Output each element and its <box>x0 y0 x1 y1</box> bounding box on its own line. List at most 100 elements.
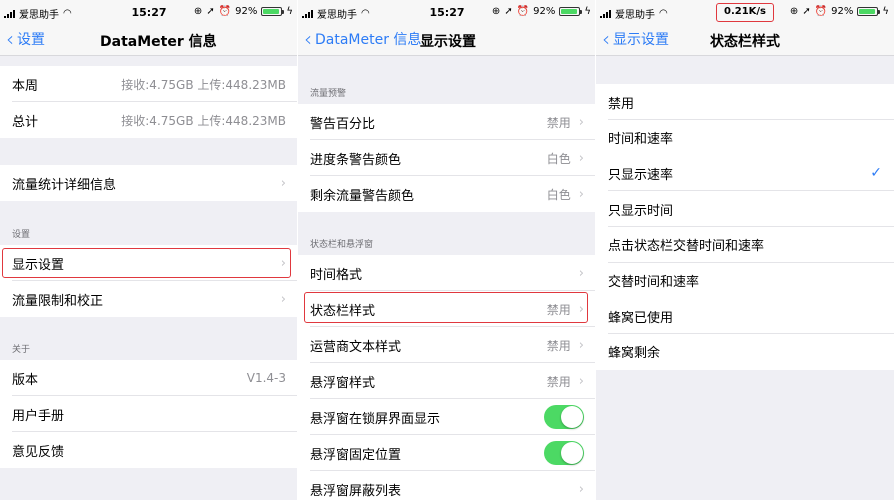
back-label: 显示设置 <box>613 32 669 48</box>
style-option[interactable]: 时间和速率 <box>596 119 894 156</box>
floating-blocklist-row[interactable]: 悬浮窗屏蔽列表 › <box>298 471 596 500</box>
lockscreen-toggle[interactable] <box>544 405 584 429</box>
battery-percent: 92% <box>831 6 854 17</box>
progress-warning-color-row[interactable]: 进度条警告颜色 白色 › <box>298 140 596 176</box>
option-label: 蜂窝已使用 <box>608 310 674 326</box>
status-bar: 爱思助手 ◠ 15:27 ⊕ ➚ ⏰ 92% ϟ <box>298 0 596 24</box>
style-option[interactable]: 蜂窝已使用 <box>596 298 894 335</box>
chevron-right-icon: › <box>280 175 286 191</box>
floating-fixed-position-row: 悬浮窗固定位置 <box>298 435 596 471</box>
stat-value: 接收:4.75GB 上传:448.23MB <box>121 77 286 92</box>
row-label: 悬浮窗屏蔽列表 <box>310 483 402 499</box>
section-header-about: 关于 <box>12 345 31 355</box>
chevron-right-icon: › <box>578 337 584 353</box>
row-label: 版本 <box>12 372 39 388</box>
lock-rotation-icon: ⊕ <box>789 6 799 17</box>
chevron-right-icon: › <box>578 150 584 166</box>
chevron-left-icon: ‹ <box>602 27 610 51</box>
section-header-settings: 设置 <box>12 230 31 240</box>
row-label: 警告百分比 <box>310 116 376 132</box>
charging-icon: ϟ <box>882 6 889 17</box>
traffic-detail-row[interactable]: 流量统计详细信息 › <box>0 165 298 201</box>
back-label: DataMeter 信息 <box>315 32 422 48</box>
chevron-right-icon: › <box>578 373 584 389</box>
row-label: 运营商文本样式 <box>310 339 402 355</box>
page-title: DataMeter 信息 <box>100 34 217 50</box>
section-header-statusbar: 状态栏和悬浮窗 <box>310 240 374 250</box>
row-value: 白色 <box>546 151 571 166</box>
option-label: 交替时间和速率 <box>608 275 700 290</box>
stat-row-week: 本周 接收:4.75GB 上传:448.23MB <box>0 66 298 102</box>
traffic-limit-row[interactable]: 流量限制和校正 › <box>0 281 298 317</box>
style-option[interactable]: 蜂窝剩余 <box>596 333 894 370</box>
nav-bar: ‹ 显示设置 状态栏样式 <box>596 24 894 56</box>
statusbar-style-row[interactable]: 状态栏样式 禁用 › <box>298 291 596 327</box>
style-option[interactable]: 只显示时间 <box>596 191 894 228</box>
floating-lockscreen-row: 悬浮窗在锁屏界面显示 <box>298 399 596 435</box>
panel-statusbar-style: 爱思助手 ◠ 0.21K/s ⊕ ➚ ⏰ 92% ϟ ‹ 显示设置 状态栏样式 … <box>596 0 894 500</box>
feedback-row[interactable]: 意见反馈 <box>0 432 298 468</box>
row-label: 意见反馈 <box>12 444 65 460</box>
battery-percent: 92% <box>533 6 556 17</box>
page-title: 状态栏样式 <box>710 34 780 50</box>
alarm-icon: ⏰ <box>218 6 232 17</box>
back-button[interactable]: ‹ DataMeter 信息 <box>304 29 421 49</box>
page-title: 显示设置 <box>420 34 476 50</box>
user-manual-row[interactable]: 用户手册 <box>0 396 298 432</box>
alarm-icon: ⏰ <box>516 6 530 17</box>
option-label: 只显示时间 <box>608 203 674 219</box>
location-icon: ➚ <box>802 6 811 17</box>
row-label: 进度条警告颜色 <box>310 152 402 168</box>
chevron-right-icon: › <box>578 301 584 317</box>
charging-icon: ϟ <box>286 6 293 17</box>
status-speed: 0.21K/s <box>716 3 774 22</box>
fixed-position-toggle[interactable] <box>544 441 584 465</box>
style-option[interactable]: 禁用 <box>596 84 894 120</box>
style-option[interactable]: 交替时间和速率 <box>596 262 894 299</box>
back-button[interactable]: ‹ 设置 <box>6 29 45 49</box>
lock-rotation-icon: ⊕ <box>193 6 203 17</box>
stat-value: 接收:4.75GB 上传:448.23MB <box>121 113 286 128</box>
back-button[interactable]: ‹ 显示设置 <box>602 29 669 49</box>
version-value: V1.4-3 <box>246 371 286 385</box>
option-label: 蜂窝剩余 <box>608 346 661 362</box>
lock-rotation-icon: ⊕ <box>491 6 501 17</box>
chevron-left-icon: ‹ <box>304 27 312 51</box>
row-label: 流量限制和校正 <box>12 293 104 309</box>
nav-bar: ‹ 设置 DataMeter 信息 <box>0 24 298 56</box>
style-option[interactable]: 点击状态栏交替时间和速率 <box>596 226 894 263</box>
time-format-row[interactable]: 时间格式 › <box>298 255 596 291</box>
charging-icon: ϟ <box>584 6 591 17</box>
version-row: 版本 V1.4-3 <box>0 360 298 396</box>
row-label: 状态栏样式 <box>310 303 376 319</box>
panel-datameter-info: 爱思助手 ◠ 15:27 ⊕ ➚ ⏰ 92% ϟ ‹ 设置 DataMeter … <box>0 0 298 500</box>
battery-icon <box>857 7 881 16</box>
row-label: 用户手册 <box>12 408 65 424</box>
stat-label: 总计 <box>12 114 39 130</box>
signal-icon <box>600 9 611 18</box>
battery-icon <box>261 7 285 16</box>
carrier-label: 爱思助手 <box>615 10 655 21</box>
row-value: 禁用 <box>546 374 571 389</box>
row-label: 流量统计详细信息 <box>12 177 117 193</box>
carrier-text-style-row[interactable]: 运营商文本样式 禁用 › <box>298 327 596 363</box>
option-label: 点击状态栏交替时间和速率 <box>608 239 765 255</box>
alarm-icon: ⏰ <box>814 6 828 17</box>
display-settings-row[interactable]: 显示设置 › <box>0 245 298 281</box>
section-header-warning: 流量预警 <box>310 89 347 99</box>
remaining-warning-color-row[interactable]: 剩余流量警告颜色 白色 › <box>298 176 596 212</box>
row-label: 显示设置 <box>12 257 65 273</box>
battery-percent: 92% <box>235 6 258 17</box>
location-icon: ➚ <box>206 6 215 17</box>
location-icon: ➚ <box>504 6 513 17</box>
row-label: 悬浮窗固定位置 <box>310 447 402 463</box>
row-value: 禁用 <box>546 338 571 353</box>
option-label: 禁用 <box>608 96 635 112</box>
style-option[interactable]: 只显示速率 ✓ <box>596 155 894 192</box>
row-label: 悬浮窗样式 <box>310 375 376 391</box>
warning-percent-row[interactable]: 警告百分比 禁用 › <box>298 104 596 140</box>
panel-display-settings: 爱思助手 ◠ 15:27 ⊕ ➚ ⏰ 92% ϟ ‹ DataMeter 信息 … <box>298 0 596 500</box>
floating-window-style-row[interactable]: 悬浮窗样式 禁用 › <box>298 363 596 399</box>
option-label: 时间和速率 <box>608 132 674 148</box>
row-value: 禁用 <box>546 115 571 130</box>
